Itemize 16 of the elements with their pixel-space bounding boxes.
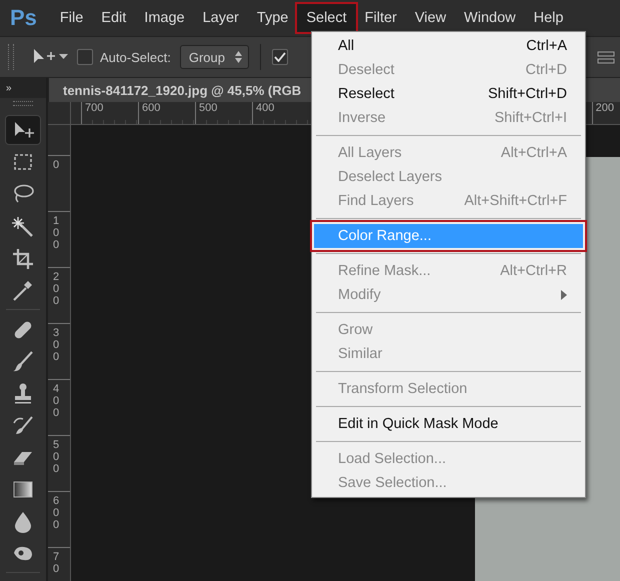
checkbox-label: Auto-Select: (100, 50, 171, 64)
ruler-label: 400 (53, 383, 60, 420)
ruler-label: 600 (53, 495, 60, 532)
ruler-label: 500 (53, 439, 60, 476)
ruler-label: 200 (592, 102, 620, 124)
document-title: tennis-841172_1920.jpg @ 45,5% (RGB (62, 82, 302, 98)
ruler-label: 0 (53, 159, 60, 172)
ruler-label: 400 (252, 102, 309, 124)
ruler-label: 500 (195, 102, 252, 124)
ruler-label: 600 (138, 102, 195, 124)
ruler-label: 70 (53, 551, 60, 576)
ruler-label: 300 (53, 327, 60, 364)
ruler-label: 200 (53, 271, 60, 308)
ruler-label: 100 (53, 215, 60, 252)
ruler-label: 700 (81, 102, 138, 124)
app-logo: Ps (9, 5, 38, 31)
